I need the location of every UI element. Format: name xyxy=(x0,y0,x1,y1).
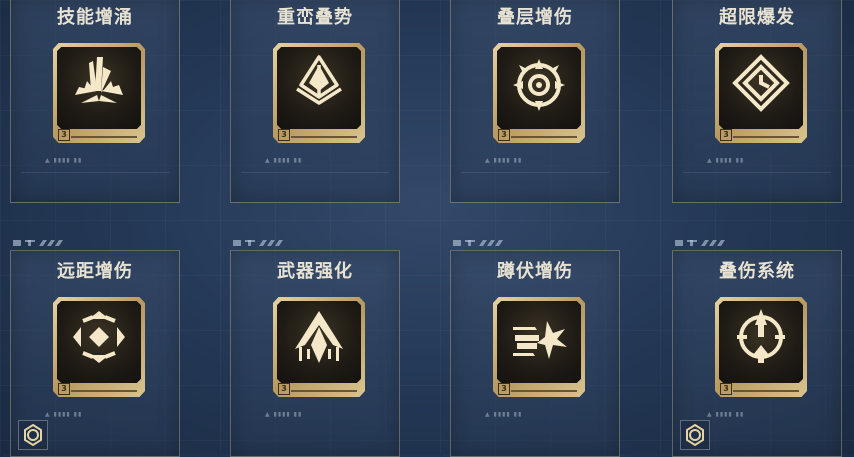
bullet-impact-icon xyxy=(513,321,567,359)
level-badge: 3 xyxy=(720,129,732,141)
skill-badge[interactable]: 3 xyxy=(53,43,145,143)
footer-text: ▲ ▮▮▮▮ ▮▮ xyxy=(45,157,83,164)
gear-icon xyxy=(686,423,704,447)
hex-target-icon xyxy=(73,311,125,363)
mountain-layers-icon xyxy=(296,55,342,105)
skill-card-6[interactable]: 武器强化 3 ▲ ▮▮▮▮ ▮▮ xyxy=(230,240,400,457)
skill-badge[interactable]: 3 xyxy=(273,43,365,143)
skill-badge[interactable]: 3 xyxy=(53,297,145,397)
skill-title: 蹲伏增伤 xyxy=(497,261,573,282)
level-badge: 3 xyxy=(58,383,70,395)
skill-badge[interactable]: 3 xyxy=(493,297,585,397)
footer-text: ▲ ▮▮▮▮ ▮▮ xyxy=(45,411,83,418)
gear-icon xyxy=(24,423,42,447)
skill-title: 技能增涌 xyxy=(57,7,133,28)
settings-button[interactable] xyxy=(18,420,48,450)
card-tag-decoration xyxy=(675,240,725,246)
skill-badge[interactable]: 3 xyxy=(273,297,365,397)
skill-title: 超限爆发 xyxy=(719,7,795,28)
diamond-clock-icon xyxy=(732,54,790,112)
level-badge: 3 xyxy=(278,129,290,141)
skill-title: 武器强化 xyxy=(277,261,353,282)
crosshair-target-icon xyxy=(513,59,565,111)
level-badge: 3 xyxy=(720,383,732,395)
footer-text: ▲ ▮▮▮▮ ▮▮ xyxy=(265,411,303,418)
card-tag-decoration xyxy=(13,240,63,246)
skill-card-2[interactable]: 重峦叠势 3 ▲ ▮▮▮▮ ▮▮ xyxy=(230,0,400,203)
skill-badge[interactable]: 3 xyxy=(715,297,807,397)
skill-badge[interactable]: 3 xyxy=(715,43,807,143)
skill-card-7[interactable]: 蹲伏增伤 3 ▲ ▮▮▮▮ ▮▮ xyxy=(450,240,620,457)
card-tag-decoration xyxy=(453,240,503,246)
skill-card-3[interactable]: 叠层增伤 3 ▲ ▮▮▮▮ ▮▮ xyxy=(450,0,620,203)
level-badge: 3 xyxy=(58,129,70,141)
skill-title: 叠伤系统 xyxy=(719,261,795,282)
footer-text: ▲ ▮▮▮▮ ▮▮ xyxy=(707,411,745,418)
skill-title: 重峦叠势 xyxy=(277,7,353,28)
skill-card-4[interactable]: 超限爆发 3 ▲ ▮▮▮▮ ▮▮ xyxy=(672,0,842,203)
footer-text: ▲ ▮▮▮▮ ▮▮ xyxy=(265,157,303,164)
skill-title: 远距增伤 xyxy=(57,261,133,282)
level-badge: 3 xyxy=(498,129,510,141)
footer-text: ▲ ▮▮▮▮ ▮▮ xyxy=(707,157,745,164)
level-badge: 3 xyxy=(278,383,290,395)
footer-text: ▲ ▮▮▮▮ ▮▮ xyxy=(485,411,523,418)
skill-title: 叠层增伤 xyxy=(497,7,573,28)
level-badge: 3 xyxy=(498,383,510,395)
skill-card-1[interactable]: 技能增涌 3 ▲ ▮▮▮▮ ▮▮ xyxy=(10,0,180,203)
burst-spikes-icon xyxy=(75,57,123,103)
card-tag-decoration xyxy=(233,240,283,246)
footer-text: ▲ ▮▮▮▮ ▮▮ xyxy=(485,157,523,164)
target-arrow-up-icon xyxy=(737,309,785,363)
arrow-blade-icon xyxy=(295,311,343,363)
skill-badge[interactable]: 3 xyxy=(493,43,585,143)
settings-button[interactable] xyxy=(680,420,710,450)
